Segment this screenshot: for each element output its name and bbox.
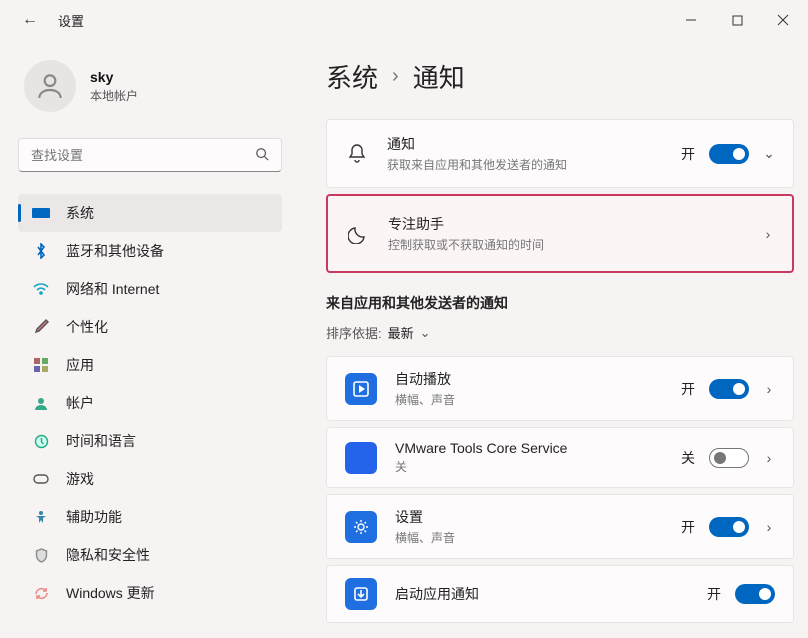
app-sub: 横幅、声音: [395, 391, 663, 408]
sidebar-item-bluetooth[interactable]: 蓝牙和其他设备: [18, 232, 282, 270]
chevron-down-icon: ⌄: [420, 325, 431, 341]
sidebar-item-accessibility[interactable]: 辅助功能: [18, 498, 282, 536]
state-label: 关: [681, 448, 695, 468]
app-title: 启动应用通知: [395, 584, 689, 604]
breadcrumb-current: 通知: [413, 58, 465, 95]
moon-icon: [346, 222, 370, 246]
app-sub: 关: [395, 458, 663, 475]
startup-icon: [345, 578, 377, 610]
app-title: VMware Tools Core Service: [395, 440, 663, 456]
sort-value: 最新: [388, 323, 414, 342]
search-icon: [255, 147, 269, 164]
card-title: 专注助手: [388, 214, 744, 234]
accessibility-icon: [32, 508, 50, 526]
sidebar-item-label: 个性化: [66, 317, 108, 337]
minimize-button[interactable]: [668, 4, 714, 36]
sidebar-item-privacy[interactable]: 隐私和安全性: [18, 536, 282, 574]
apps-icon: [32, 356, 50, 374]
sidebar-item-personalization[interactable]: 个性化: [18, 308, 282, 346]
bell-icon: [345, 142, 369, 166]
sidebar-item-label: 系统: [66, 203, 94, 223]
user-type: 本地帐户: [90, 87, 138, 104]
sort-row[interactable]: 排序依据: 最新 ⌄: [326, 323, 794, 342]
avatar: [24, 60, 76, 112]
chevron-right-icon[interactable]: ›: [763, 519, 775, 535]
app-row-autoplay[interactable]: 自动播放 横幅、声音 开 ›: [326, 356, 794, 421]
user-block[interactable]: sky 本地帐户: [18, 60, 298, 112]
sidebar-item-network[interactable]: 网络和 Internet: [18, 270, 282, 308]
wifi-icon: [32, 280, 50, 298]
brush-icon: [32, 318, 50, 336]
user-name: sky: [90, 69, 138, 85]
sidebar-item-apps[interactable]: 应用: [18, 346, 282, 384]
sidebar-item-time[interactable]: 时间和语言: [18, 422, 282, 460]
app-title: 设置: [395, 507, 663, 527]
sidebar-item-system[interactable]: 系统: [18, 194, 282, 232]
clock-icon: [32, 432, 50, 450]
app-row-startup[interactable]: 启动应用通知 开: [326, 565, 794, 623]
back-button[interactable]: ←: [22, 11, 38, 29]
sort-label: 排序依据:: [326, 323, 382, 342]
sidebar-item-label: 帐户: [66, 393, 94, 413]
focus-assist-card[interactable]: 专注助手 控制获取或不获取通知的时间 ›: [326, 194, 794, 273]
state-label: 开: [681, 379, 695, 399]
sidebar-item-label: 游戏: [66, 469, 94, 489]
sidebar-item-accounts[interactable]: 帐户: [18, 384, 282, 422]
app-toggle[interactable]: [709, 517, 749, 537]
state-label: 开: [681, 144, 695, 164]
sidebar-item-gaming[interactable]: 游戏: [18, 460, 282, 498]
bluetooth-icon: [32, 242, 50, 260]
chevron-right-icon: ›: [762, 226, 774, 242]
system-icon: [32, 204, 50, 222]
chevron-down-icon[interactable]: ⌄: [763, 145, 775, 162]
app-sub: 横幅、声音: [395, 529, 663, 546]
section-title: 来自应用和其他发送者的通知: [326, 293, 794, 313]
app-row-vmware[interactable]: VMware Tools Core Service 关 关 ›: [326, 427, 794, 488]
close-button[interactable]: [760, 4, 806, 36]
state-label: 开: [707, 584, 721, 604]
card-title: 通知: [387, 134, 663, 154]
breadcrumb: 系统 › 通知: [326, 58, 794, 95]
sidebar-item-label: 网络和 Internet: [66, 279, 159, 299]
sidebar-item-label: 应用: [66, 355, 94, 375]
chevron-right-icon[interactable]: ›: [763, 450, 775, 466]
nav: 系统 蓝牙和其他设备 网络和 Internet 个性化 应用 帐户: [18, 194, 298, 612]
app-toggle[interactable]: [709, 448, 749, 468]
app-title: 设置: [58, 11, 84, 30]
sidebar-item-label: Windows 更新: [66, 583, 155, 603]
search-input[interactable]: [18, 138, 282, 172]
vmware-icon: [345, 442, 377, 474]
search-field[interactable]: [31, 148, 231, 163]
shield-icon: [32, 546, 50, 564]
state-label: 开: [681, 517, 695, 537]
app-toggle[interactable]: [735, 584, 775, 604]
sidebar-item-label: 辅助功能: [66, 507, 122, 527]
card-sub: 控制获取或不获取通知的时间: [388, 236, 744, 253]
card-sub: 获取来自应用和其他发送者的通知: [387, 156, 663, 173]
app-toggle[interactable]: [709, 379, 749, 399]
gaming-icon: [32, 470, 50, 488]
titlebar: ← 设置: [0, 0, 808, 40]
sidebar: sky 本地帐户 系统 蓝牙和其他设备 网络和 Internet: [0, 40, 298, 638]
main-content: 系统 › 通知 通知 获取来自应用和其他发送者的通知 开 ⌄ 专注助手: [298, 40, 808, 638]
chevron-right-icon[interactable]: ›: [763, 381, 775, 397]
chevron-right-icon: ›: [392, 65, 399, 88]
sidebar-item-label: 隐私和安全性: [66, 545, 150, 565]
sidebar-item-update[interactable]: Windows 更新: [18, 574, 282, 612]
breadcrumb-root[interactable]: 系统: [326, 58, 378, 95]
app-title: 自动播放: [395, 369, 663, 389]
notifications-toggle[interactable]: [709, 144, 749, 164]
window-controls: [668, 4, 806, 36]
notifications-card[interactable]: 通知 获取来自应用和其他发送者的通知 开 ⌄: [326, 119, 794, 188]
sidebar-item-label: 蓝牙和其他设备: [66, 241, 164, 261]
account-icon: [32, 394, 50, 412]
update-icon: [32, 584, 50, 602]
sidebar-item-label: 时间和语言: [66, 431, 136, 451]
maximize-button[interactable]: [714, 4, 760, 36]
app-row-settings[interactable]: 设置 横幅、声音 开 ›: [326, 494, 794, 559]
settings-app-icon: [345, 511, 377, 543]
autoplay-icon: [345, 373, 377, 405]
